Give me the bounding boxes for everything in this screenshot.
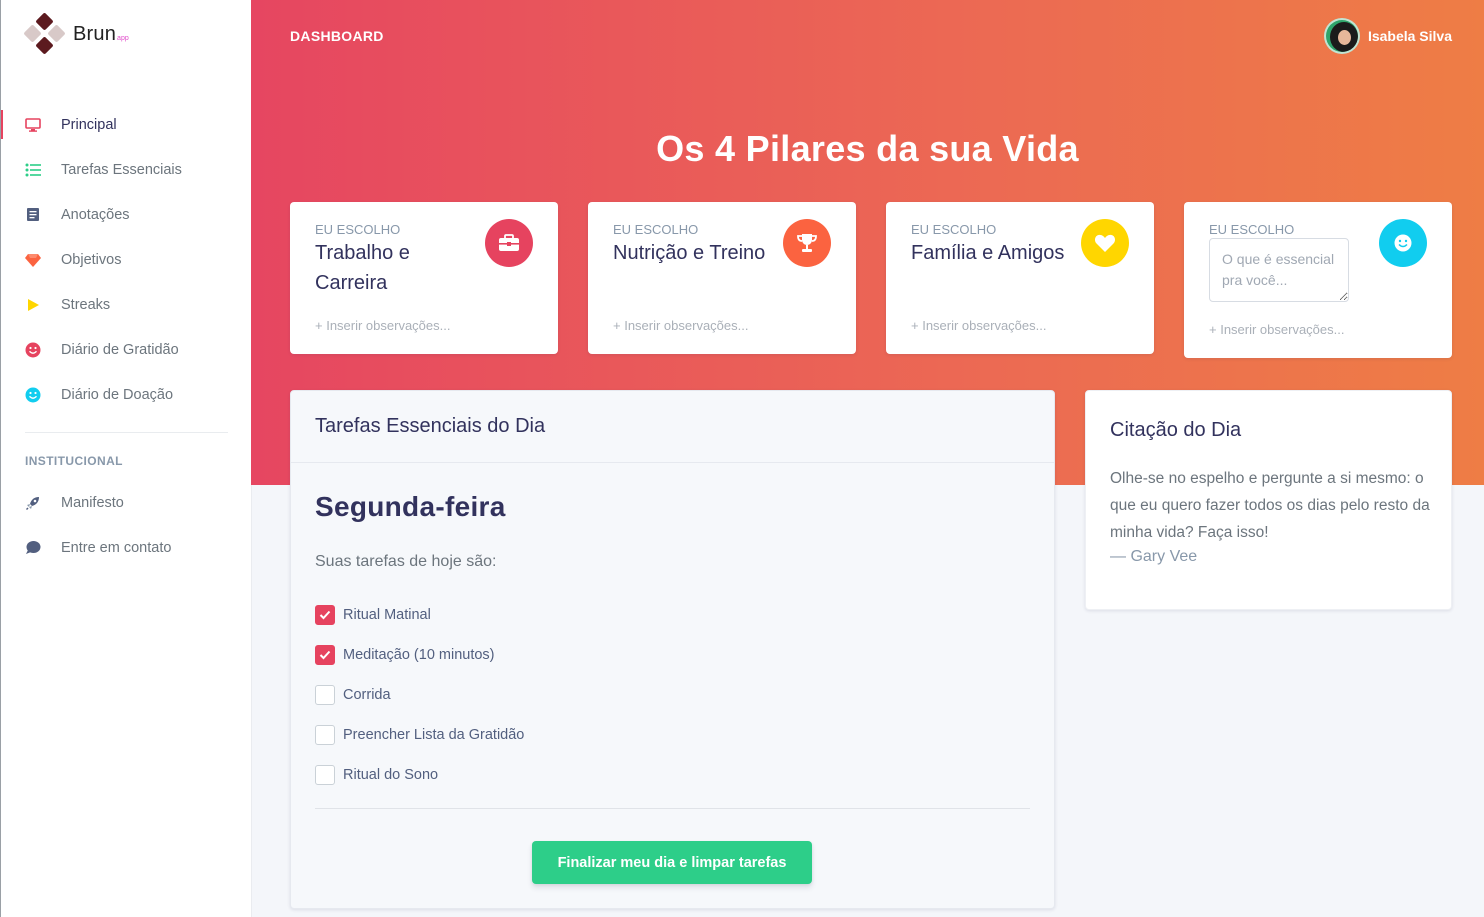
notebook-icon bbox=[25, 207, 41, 223]
brand-logo-icon bbox=[23, 12, 66, 55]
quote-card: Citação do Dia Olhe-se no espelho e perg… bbox=[1085, 390, 1452, 610]
pillar-label: EU ESCOLHO bbox=[315, 222, 401, 237]
pillar-card-nutricao: EU ESCOLHO Nutrição e Treino + Inserir o… bbox=[588, 202, 856, 354]
tasks-intro: Suas tarefas de hoje são: bbox=[315, 553, 497, 570]
task-item[interactable]: Meditação (10 minutos) bbox=[315, 635, 524, 675]
pillar-card-familia: EU ESCOLHO Família e Amigos + Inserir ob… bbox=[886, 202, 1154, 354]
pillar-title: Nutrição e Treino bbox=[613, 242, 766, 264]
sidebar-divider bbox=[25, 432, 228, 433]
pillar-card-trabalho: EU ESCOLHO Trabalho e Carreira + Inserir… bbox=[290, 202, 558, 354]
sidebar-item-contato[interactable]: Entre em contato bbox=[1, 525, 252, 570]
pillar-label: EU ESCOLHO bbox=[613, 222, 699, 237]
sidebar: Brun app Principal Tarefas Essenciais An… bbox=[0, 0, 251, 917]
pillar-card-custom: EU ESCOLHO + Inserir observações... bbox=[1184, 202, 1452, 358]
sidebar-item-objetivos[interactable]: Objetivos bbox=[1, 237, 252, 282]
sidebar-item-principal[interactable]: Principal bbox=[1, 102, 252, 147]
task-item[interactable]: Preencher Lista da Gratidão bbox=[315, 715, 524, 755]
brand-suffix: app bbox=[117, 34, 129, 42]
page-title[interactable]: DASHBOARD bbox=[290, 28, 384, 44]
task-label: Ritual Matinal bbox=[343, 607, 431, 623]
tasks-divider bbox=[315, 808, 1030, 809]
task-label: Ritual do Sono bbox=[343, 767, 439, 783]
monitor-icon bbox=[25, 117, 41, 133]
check-icon bbox=[319, 610, 331, 620]
task-label: Corrida bbox=[343, 687, 391, 703]
avatar[interactable] bbox=[1323, 18, 1360, 54]
sidebar-nav: Principal Tarefas Essenciais Anotações O… bbox=[1, 102, 252, 570]
insert-notes-link[interactable]: + Inserir observações... bbox=[911, 318, 1046, 333]
list-icon bbox=[25, 162, 41, 178]
sidebar-item-diario-gratidao[interactable]: Diário de Gratidão bbox=[1, 327, 252, 372]
pillar-label: EU ESCOLHO bbox=[1209, 222, 1295, 237]
task-checkbox[interactable] bbox=[315, 645, 335, 665]
quote-title: Citação do Dia bbox=[1110, 419, 1242, 441]
heart-icon bbox=[1081, 219, 1129, 267]
task-list: Ritual Matinal Meditação (10 minutos) Co… bbox=[315, 595, 524, 795]
sidebar-item-anotacoes[interactable]: Anotações bbox=[1, 192, 252, 237]
brand-name: Brun bbox=[73, 22, 117, 45]
sidebar-item-label: Objetivos bbox=[61, 251, 122, 268]
sidebar-item-streaks[interactable]: Streaks bbox=[1, 282, 252, 327]
sidebar-item-label: Diário de Doação bbox=[61, 386, 174, 403]
sidebar-heading: INSTITUCIONAL bbox=[25, 454, 123, 468]
sidebar-item-label: Manifesto bbox=[61, 494, 124, 511]
chat-bubble-icon bbox=[25, 540, 41, 556]
task-label: Preencher Lista da Gratidão bbox=[343, 727, 525, 743]
smile-icon bbox=[1379, 219, 1427, 267]
sidebar-item-label: Entre em contato bbox=[61, 539, 172, 556]
task-item[interactable]: Ritual do Sono bbox=[315, 755, 524, 795]
tasks-card-header: Tarefas Essenciais do Dia bbox=[291, 391, 1054, 463]
smile-icon bbox=[25, 387, 41, 403]
task-checkbox[interactable] bbox=[315, 685, 335, 705]
pillar-label: EU ESCOLHO bbox=[911, 222, 997, 237]
insert-notes-link[interactable]: + Inserir observações... bbox=[613, 318, 748, 333]
weekday-title: Segunda-feira bbox=[315, 491, 506, 522]
sidebar-item-manifesto[interactable]: Manifesto bbox=[1, 480, 252, 525]
play-icon bbox=[25, 297, 41, 313]
task-checkbox[interactable] bbox=[315, 725, 335, 745]
task-checkbox[interactable] bbox=[315, 605, 335, 625]
sidebar-item-diario-doacao[interactable]: Diário de Doação bbox=[1, 372, 252, 417]
brand[interactable]: Brun app bbox=[23, 12, 129, 55]
trophy-icon bbox=[783, 219, 831, 267]
insert-notes-link[interactable]: + Inserir observações... bbox=[315, 318, 450, 333]
user-menu[interactable]: Isabela Silva bbox=[1323, 18, 1452, 54]
user-name[interactable]: Isabela Silva bbox=[1368, 28, 1452, 44]
task-item[interactable]: Corrida bbox=[315, 675, 524, 715]
sidebar-item-label: Diário de Gratidão bbox=[61, 341, 179, 358]
quote-author: — Gary Vee bbox=[1110, 548, 1198, 565]
quote-text: Olhe-se no espelho e pergunte a si mesmo… bbox=[1110, 470, 1430, 541]
tasks-card: Tarefas Essenciais do Dia Segunda-feira … bbox=[290, 390, 1055, 909]
sidebar-item-label: Tarefas Essenciais bbox=[61, 161, 182, 178]
finish-day-button[interactable]: Finalizar meu dia e limpar tarefas bbox=[532, 841, 812, 884]
sidebar-item-label: Streaks bbox=[61, 296, 111, 313]
smile-icon bbox=[25, 342, 41, 358]
sidebar-item-tarefas[interactable]: Tarefas Essenciais bbox=[1, 147, 252, 192]
task-checkbox[interactable] bbox=[315, 765, 335, 785]
pillar-title: Trabalho e Carreira bbox=[315, 242, 410, 294]
sidebar-item-label: Principal bbox=[61, 116, 117, 133]
check-icon bbox=[319, 650, 331, 660]
insert-notes-link[interactable]: + Inserir observações... bbox=[1209, 322, 1344, 337]
sidebar-item-label: Anotações bbox=[61, 206, 130, 223]
task-item[interactable]: Ritual Matinal bbox=[315, 595, 524, 635]
toolbox-icon bbox=[485, 219, 533, 267]
task-label: Meditação (10 minutos) bbox=[343, 647, 495, 663]
rocket-icon bbox=[25, 495, 41, 511]
pillar-title: Família e Amigos bbox=[911, 242, 1065, 264]
diamond-icon bbox=[25, 252, 41, 268]
hero-title: Os 4 Pilares da sua Vida bbox=[656, 128, 1079, 169]
custom-pillar-input[interactable] bbox=[1209, 238, 1349, 302]
